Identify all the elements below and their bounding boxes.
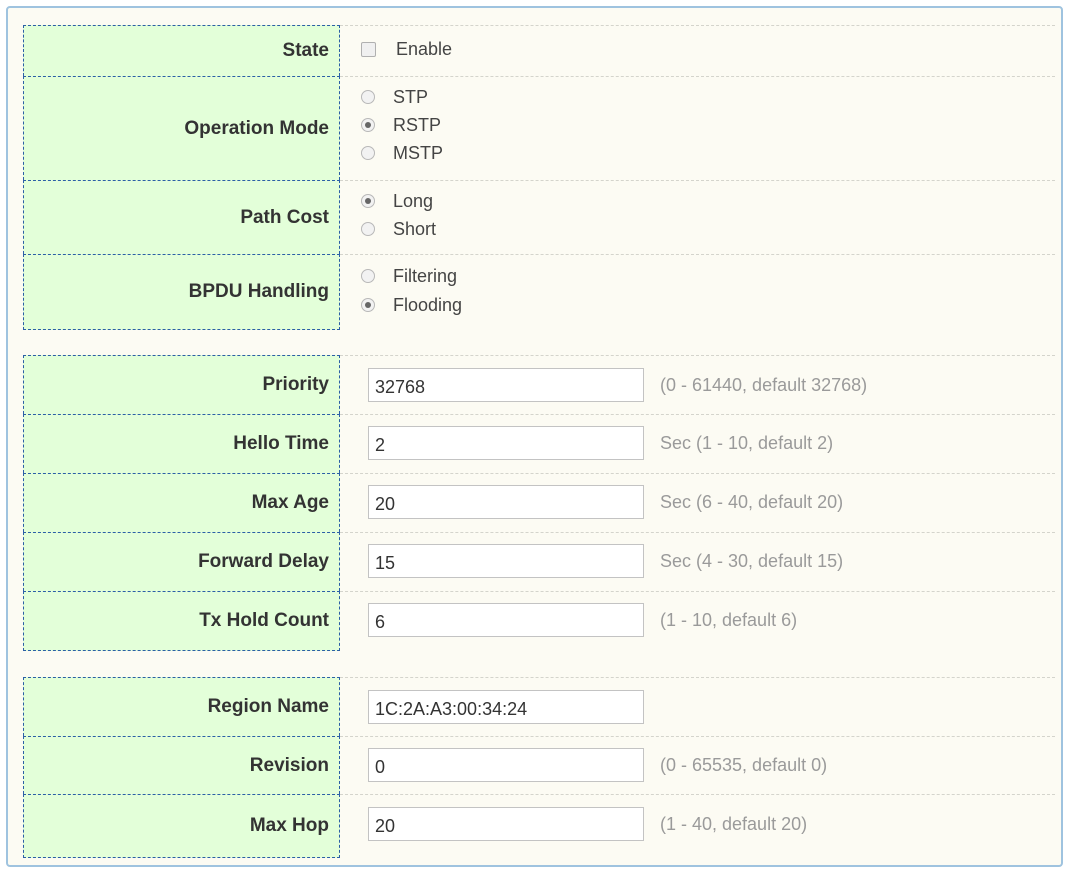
radio-short[interactable] — [361, 222, 375, 236]
max-hop-hint: (1 - 40, default 20) — [660, 813, 808, 834]
revision-hint: (0 - 65535, default 0) — [660, 754, 828, 775]
tx-hold-count-input[interactable] — [368, 603, 644, 637]
operation-mode-option-mstp[interactable]: MSTP — [361, 140, 443, 166]
path-cost-label: Path Cost — [240, 206, 329, 228]
state-row: State — [8, 25, 1061, 76]
max-hop-input[interactable] — [368, 807, 644, 841]
priority-hint: (0 - 61440, default 32768) — [660, 374, 868, 395]
priority-label: Priority — [262, 374, 329, 395]
radio-stp[interactable] — [361, 90, 375, 104]
forward-delay-input[interactable] — [368, 544, 644, 578]
option-label: Filtering — [393, 265, 458, 286]
option-label: Long — [393, 190, 434, 211]
radio-filtering[interactable] — [361, 269, 375, 283]
state-enable-label: Enable — [396, 38, 453, 59]
max-age-input[interactable] — [368, 485, 644, 519]
bpdu-option-filtering[interactable]: Filtering — [361, 263, 457, 289]
option-label: MSTP — [393, 142, 444, 163]
option-label: Flooding — [393, 294, 463, 315]
hello-time-hint: Sec (1 - 10, default 2) — [660, 432, 834, 453]
path-cost-option-short[interactable]: Short — [361, 216, 436, 242]
hello-time-label: Hello Time — [233, 433, 329, 454]
bpdu-handling-row: BPDU Handling — [8, 254, 1061, 330]
operation-mode-option-stp[interactable]: STP — [361, 84, 428, 110]
operation-mode-option-rstp[interactable]: RSTP — [361, 112, 441, 138]
revision-input[interactable] — [368, 748, 644, 782]
max-age-hint: Sec (6 - 40, default 20) — [660, 491, 844, 512]
radio-long[interactable] — [361, 194, 375, 208]
max-age-label: Max Age — [251, 492, 329, 513]
option-label: Short — [393, 218, 437, 239]
operation-mode-row: Operation Mode — [8, 76, 1061, 180]
operation-mode-label: Operation Mode — [184, 117, 329, 139]
priority-input[interactable] — [368, 368, 644, 402]
revision-label: Revision — [249, 754, 329, 776]
forward-delay-hint: Sec (4 - 30, default 15) — [660, 550, 844, 571]
region-name-input[interactable] — [368, 690, 644, 724]
radio-mstp[interactable] — [361, 146, 375, 160]
state-enable-checkbox[interactable] — [361, 41, 376, 57]
tx-hold-count-label: Tx Hold Count — [199, 610, 329, 631]
bpdu-option-flooding[interactable]: Flooding — [361, 292, 462, 318]
option-label: RSTP — [393, 114, 442, 135]
tx-hold-count-hint: (1 - 10, default 6) — [660, 609, 798, 630]
hello-time-input[interactable] — [368, 426, 644, 460]
stp-settings-panel: State Enable Operation Mode STP RSTP MST… — [6, 6, 1063, 867]
radio-flooding[interactable] — [361, 298, 375, 312]
path-cost-option-long[interactable]: Long — [361, 188, 433, 214]
max-hop-label: Max Hop — [249, 815, 329, 836]
state-label: State — [282, 40, 329, 61]
path-cost-row: Path Cost — [8, 180, 1061, 254]
bpdu-handling-label: BPDU Handling — [188, 281, 329, 302]
region-name-label: Region Name — [207, 696, 329, 717]
forward-delay-label: Forward Delay — [198, 551, 329, 572]
option-label: STP — [393, 86, 429, 107]
radio-rstp[interactable] — [361, 118, 375, 132]
state-enable-option[interactable]: Enable — [361, 36, 452, 62]
